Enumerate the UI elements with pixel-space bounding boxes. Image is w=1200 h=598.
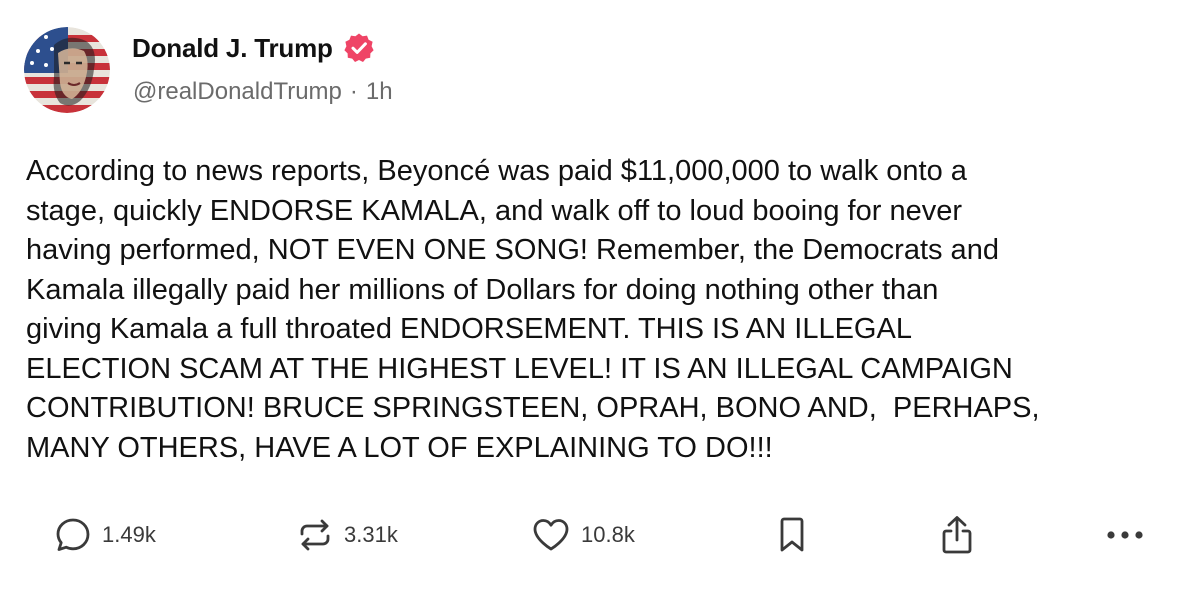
repost-icon: [296, 516, 334, 554]
share-button[interactable]: [938, 510, 976, 560]
reply-button[interactable]: 1.49k: [54, 510, 156, 560]
more-options-button[interactable]: [1104, 510, 1146, 560]
repost-button[interactable]: 3.31k: [296, 510, 398, 560]
author-name-row: Donald J. Trump: [132, 30, 375, 66]
more-icon: [1104, 525, 1146, 545]
post-card: Donald J. Trump @realDonaldTrump · 1h Ac…: [0, 0, 1200, 598]
author-handle[interactable]: @realDonaldTrump: [133, 78, 342, 106]
like-button[interactable]: 10.8k: [531, 510, 635, 560]
verified-badge-icon: [343, 32, 375, 64]
bookmark-icon: [774, 515, 810, 555]
avatar[interactable]: [24, 27, 110, 113]
author-display-name[interactable]: Donald J. Trump: [132, 33, 333, 64]
author-meta-row: @realDonaldTrump · 1h: [133, 78, 393, 106]
share-icon: [938, 514, 976, 556]
reply-icon: [54, 516, 92, 554]
bookmark-button[interactable]: [774, 510, 810, 560]
repost-count: 3.31k: [344, 522, 398, 547]
like-count: 10.8k: [581, 522, 635, 547]
heart-icon: [531, 516, 571, 554]
post-actions-bar: 1.49k 3.31k 10.8k: [0, 510, 1200, 560]
post-timestamp[interactable]: 1h: [366, 78, 393, 106]
meta-separator: ·: [349, 78, 358, 105]
post-body-text: According to news reports, Beyoncé was p…: [26, 155, 1040, 464]
avatar-image: [24, 27, 110, 113]
reply-count: 1.49k: [102, 522, 156, 547]
